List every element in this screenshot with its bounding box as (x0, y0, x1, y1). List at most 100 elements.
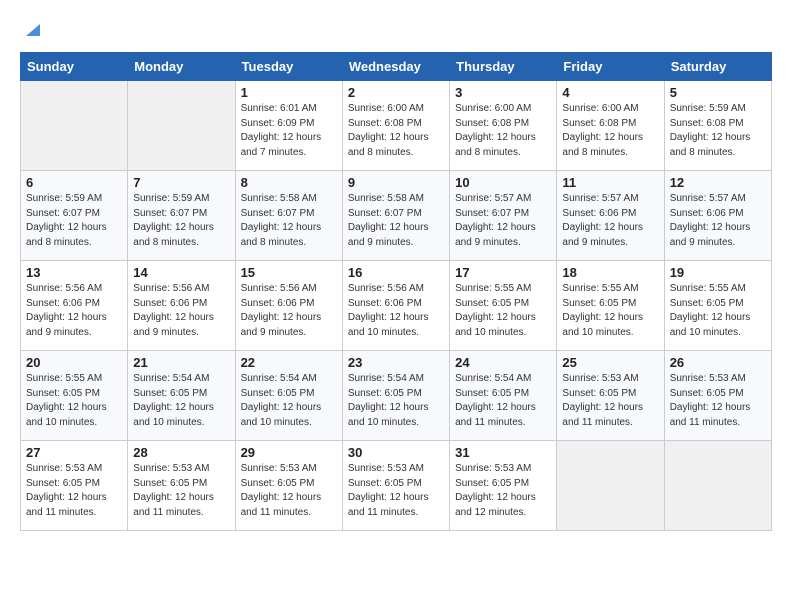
cell-info: Sunrise: 5:55 AMSunset: 6:05 PMDaylight:… (562, 282, 658, 340)
calendar-cell: 8 Sunrise: 5:58 AMSunset: 6:07 PMDayligh… (235, 171, 342, 261)
day-number: 10 (455, 175, 551, 190)
day-number: 29 (241, 445, 337, 460)
cell-info: Sunrise: 5:54 AMSunset: 6:05 PMDaylight:… (348, 372, 444, 430)
calendar-table: SundayMondayTuesdayWednesdayThursdayFrid… (20, 52, 772, 531)
calendar-cell: 16 Sunrise: 5:56 AMSunset: 6:06 PMDaylig… (342, 261, 449, 351)
cell-info: Sunrise: 5:53 AMSunset: 6:05 PMDaylight:… (241, 462, 337, 520)
calendar-cell: 11 Sunrise: 5:57 AMSunset: 6:06 PMDaylig… (557, 171, 664, 261)
calendar-week-4: 20 Sunrise: 5:55 AMSunset: 6:05 PMDaylig… (21, 351, 772, 441)
cell-info: Sunrise: 5:55 AMSunset: 6:05 PMDaylight:… (26, 372, 122, 430)
weekday-header-row: SundayMondayTuesdayWednesdayThursdayFrid… (21, 53, 772, 81)
cell-info: Sunrise: 5:53 AMSunset: 6:05 PMDaylight:… (133, 462, 229, 520)
weekday-header-wednesday: Wednesday (342, 53, 449, 81)
calendar-cell: 4 Sunrise: 6:00 AMSunset: 6:08 PMDayligh… (557, 81, 664, 171)
calendar-cell: 5 Sunrise: 5:59 AMSunset: 6:08 PMDayligh… (664, 81, 771, 171)
logo-icon (22, 18, 44, 40)
day-number: 16 (348, 265, 444, 280)
cell-info: Sunrise: 5:57 AMSunset: 6:06 PMDaylight:… (670, 192, 766, 250)
day-number: 28 (133, 445, 229, 460)
calendar-cell (664, 441, 771, 531)
cell-info: Sunrise: 5:54 AMSunset: 6:05 PMDaylight:… (455, 372, 551, 430)
cell-info: Sunrise: 5:56 AMSunset: 6:06 PMDaylight:… (348, 282, 444, 340)
calendar-week-1: 1 Sunrise: 6:01 AMSunset: 6:09 PMDayligh… (21, 81, 772, 171)
day-number: 23 (348, 355, 444, 370)
cell-info: Sunrise: 5:53 AMSunset: 6:05 PMDaylight:… (455, 462, 551, 520)
day-number: 7 (133, 175, 229, 190)
calendar-cell: 24 Sunrise: 5:54 AMSunset: 6:05 PMDaylig… (450, 351, 557, 441)
cell-info: Sunrise: 5:59 AMSunset: 6:07 PMDaylight:… (133, 192, 229, 250)
calendar-cell: 7 Sunrise: 5:59 AMSunset: 6:07 PMDayligh… (128, 171, 235, 261)
day-number: 3 (455, 85, 551, 100)
calendar-cell: 28 Sunrise: 5:53 AMSunset: 6:05 PMDaylig… (128, 441, 235, 531)
cell-info: Sunrise: 6:00 AMSunset: 6:08 PMDaylight:… (562, 102, 658, 160)
calendar-cell: 30 Sunrise: 5:53 AMSunset: 6:05 PMDaylig… (342, 441, 449, 531)
day-number: 26 (670, 355, 766, 370)
page-header (20, 20, 772, 36)
calendar-cell (557, 441, 664, 531)
calendar-week-2: 6 Sunrise: 5:59 AMSunset: 6:07 PMDayligh… (21, 171, 772, 261)
calendar-cell: 22 Sunrise: 5:54 AMSunset: 6:05 PMDaylig… (235, 351, 342, 441)
cell-info: Sunrise: 5:57 AMSunset: 6:06 PMDaylight:… (562, 192, 658, 250)
calendar-cell: 14 Sunrise: 5:56 AMSunset: 6:06 PMDaylig… (128, 261, 235, 351)
day-number: 22 (241, 355, 337, 370)
calendar-cell: 3 Sunrise: 6:00 AMSunset: 6:08 PMDayligh… (450, 81, 557, 171)
day-number: 14 (133, 265, 229, 280)
calendar-cell: 9 Sunrise: 5:58 AMSunset: 6:07 PMDayligh… (342, 171, 449, 261)
cell-info: Sunrise: 5:59 AMSunset: 6:08 PMDaylight:… (670, 102, 766, 160)
day-number: 18 (562, 265, 658, 280)
day-number: 20 (26, 355, 122, 370)
day-number: 12 (670, 175, 766, 190)
day-number: 27 (26, 445, 122, 460)
calendar-cell: 27 Sunrise: 5:53 AMSunset: 6:05 PMDaylig… (21, 441, 128, 531)
calendar-cell: 20 Sunrise: 5:55 AMSunset: 6:05 PMDaylig… (21, 351, 128, 441)
cell-info: Sunrise: 5:55 AMSunset: 6:05 PMDaylight:… (670, 282, 766, 340)
cell-info: Sunrise: 6:00 AMSunset: 6:08 PMDaylight:… (455, 102, 551, 160)
day-number: 5 (670, 85, 766, 100)
cell-info: Sunrise: 5:55 AMSunset: 6:05 PMDaylight:… (455, 282, 551, 340)
day-number: 17 (455, 265, 551, 280)
day-number: 19 (670, 265, 766, 280)
cell-info: Sunrise: 5:54 AMSunset: 6:05 PMDaylight:… (241, 372, 337, 430)
calendar-cell: 13 Sunrise: 5:56 AMSunset: 6:06 PMDaylig… (21, 261, 128, 351)
logo (20, 20, 44, 36)
calendar-cell: 26 Sunrise: 5:53 AMSunset: 6:05 PMDaylig… (664, 351, 771, 441)
cell-info: Sunrise: 5:56 AMSunset: 6:06 PMDaylight:… (241, 282, 337, 340)
day-number: 1 (241, 85, 337, 100)
calendar-cell: 17 Sunrise: 5:55 AMSunset: 6:05 PMDaylig… (450, 261, 557, 351)
weekday-header-monday: Monday (128, 53, 235, 81)
calendar-cell: 10 Sunrise: 5:57 AMSunset: 6:07 PMDaylig… (450, 171, 557, 261)
cell-info: Sunrise: 5:56 AMSunset: 6:06 PMDaylight:… (26, 282, 122, 340)
day-number: 30 (348, 445, 444, 460)
day-number: 11 (562, 175, 658, 190)
day-number: 24 (455, 355, 551, 370)
weekday-header-tuesday: Tuesday (235, 53, 342, 81)
day-number: 21 (133, 355, 229, 370)
calendar-cell: 2 Sunrise: 6:00 AMSunset: 6:08 PMDayligh… (342, 81, 449, 171)
day-number: 6 (26, 175, 122, 190)
calendar-cell: 19 Sunrise: 5:55 AMSunset: 6:05 PMDaylig… (664, 261, 771, 351)
day-number: 13 (26, 265, 122, 280)
calendar-week-5: 27 Sunrise: 5:53 AMSunset: 6:05 PMDaylig… (21, 441, 772, 531)
calendar-cell (21, 81, 128, 171)
calendar-cell: 25 Sunrise: 5:53 AMSunset: 6:05 PMDaylig… (557, 351, 664, 441)
weekday-header-friday: Friday (557, 53, 664, 81)
weekday-header-sunday: Sunday (21, 53, 128, 81)
cell-info: Sunrise: 5:53 AMSunset: 6:05 PMDaylight:… (670, 372, 766, 430)
day-number: 15 (241, 265, 337, 280)
weekday-header-thursday: Thursday (450, 53, 557, 81)
calendar-cell: 29 Sunrise: 5:53 AMSunset: 6:05 PMDaylig… (235, 441, 342, 531)
calendar-cell: 12 Sunrise: 5:57 AMSunset: 6:06 PMDaylig… (664, 171, 771, 261)
cell-info: Sunrise: 5:57 AMSunset: 6:07 PMDaylight:… (455, 192, 551, 250)
cell-info: Sunrise: 5:59 AMSunset: 6:07 PMDaylight:… (26, 192, 122, 250)
day-number: 25 (562, 355, 658, 370)
cell-info: Sunrise: 5:56 AMSunset: 6:06 PMDaylight:… (133, 282, 229, 340)
cell-info: Sunrise: 5:53 AMSunset: 6:05 PMDaylight:… (562, 372, 658, 430)
day-number: 9 (348, 175, 444, 190)
weekday-header-saturday: Saturday (664, 53, 771, 81)
day-number: 4 (562, 85, 658, 100)
cell-info: Sunrise: 6:01 AMSunset: 6:09 PMDaylight:… (241, 102, 337, 160)
day-number: 8 (241, 175, 337, 190)
cell-info: Sunrise: 6:00 AMSunset: 6:08 PMDaylight:… (348, 102, 444, 160)
calendar-week-3: 13 Sunrise: 5:56 AMSunset: 6:06 PMDaylig… (21, 261, 772, 351)
cell-info: Sunrise: 5:58 AMSunset: 6:07 PMDaylight:… (241, 192, 337, 250)
